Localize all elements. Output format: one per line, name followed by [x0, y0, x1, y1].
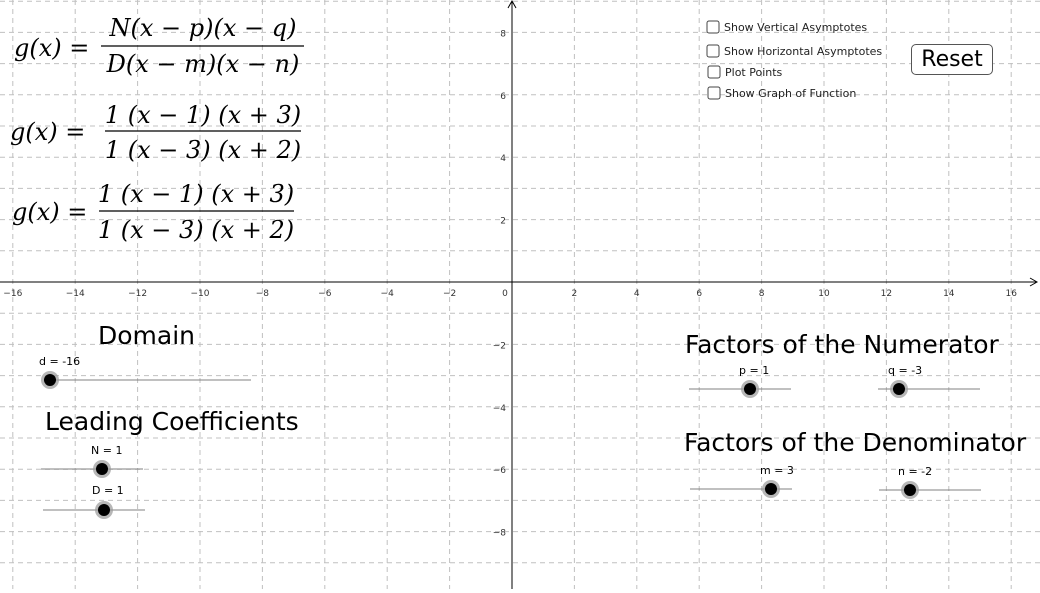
slider-N[interactable]: N = 1	[41, 444, 143, 478]
slider-q-handle[interactable]	[893, 383, 905, 395]
specific-formula-1-denominator: 1 (x − 3) (x + 2)	[105, 136, 301, 164]
x-tick-label: −2	[443, 289, 456, 299]
x-tick-label: −16	[3, 289, 22, 299]
checkbox-graph-of-function-label[interactable]: Show Graph of Function	[725, 87, 856, 100]
slider-d-caption: d = -16	[39, 355, 80, 368]
y-tick-label: −4	[493, 404, 507, 414]
checkbox-graph-of-function-box[interactable]	[707, 86, 721, 100]
specific-formula-2-denominator: 1 (x − 3) (x + 2)	[98, 216, 294, 244]
checkbox-plot-points-box[interactable]	[707, 65, 721, 79]
x-tick-label: −12	[128, 289, 147, 299]
x-tick-label: −8	[256, 289, 270, 299]
reset-button[interactable]: Reset	[911, 44, 993, 75]
x-tick-label: 8	[759, 289, 765, 299]
slider-N-caption: N = 1	[91, 444, 122, 457]
x-tick-label: 16	[1005, 289, 1017, 299]
slider-q-caption: q = -3	[888, 364, 922, 377]
checkbox-vertical-asymptotes-label[interactable]: Show Vertical Asymptotes	[724, 21, 867, 34]
y-tick-label: −2	[493, 341, 506, 351]
y-tick-label: 6	[500, 92, 506, 102]
checkbox-plot-points[interactable]: Plot Points	[707, 65, 783, 79]
checkbox-horizontal-asymptotes[interactable]: Show Horizontal Asymptotes	[706, 44, 882, 58]
x-tick-label: −10	[191, 289, 210, 299]
slider-q[interactable]: q = -3	[878, 364, 980, 398]
general-formula-lhs: g(x) =	[14, 34, 89, 62]
leading-coefficients-heading: Leading Coefficients	[45, 407, 299, 436]
slider-n-handle[interactable]	[904, 484, 916, 496]
y-tick-label: 4	[500, 154, 506, 164]
slider-N-handle[interactable]	[96, 463, 108, 475]
slider-d-handle[interactable]	[44, 374, 56, 386]
domain-heading: Domain	[98, 321, 195, 350]
checkbox-graph-of-function[interactable]: Show Graph of Function	[707, 86, 856, 100]
general-formula-numerator: N(x − p)(x − q)	[109, 14, 297, 42]
x-tick-label: 2	[572, 289, 578, 299]
specific-formula-1-lhs: g(x) =	[10, 118, 85, 146]
slider-d[interactable]: d = -16	[39, 355, 251, 389]
x-tick-label: 14	[943, 289, 955, 299]
specific-formula-2-numerator: 1 (x − 1) (x + 3)	[98, 180, 294, 208]
x-tick-label: 6	[696, 289, 702, 299]
y-tick-label: −6	[493, 466, 507, 476]
x-tick-labels: −16 −14 −12 −10 −8 −6 −4 −2 0 2 4 6 8 10 12 14 16	[3, 289, 1017, 299]
slider-m-caption: m = 3	[760, 464, 794, 477]
general-formula-denominator: D(x − m)(x − n)	[106, 50, 300, 78]
x-tick-label: 0	[502, 289, 508, 299]
x-tick-label: 12	[881, 289, 892, 299]
checkbox-vertical-asymptotes-box[interactable]	[706, 20, 720, 34]
checkbox-vertical-asymptotes[interactable]: Show Vertical Asymptotes	[706, 20, 867, 34]
x-tick-label: −6	[318, 289, 332, 299]
specific-formula-2-lhs: g(x) =	[12, 198, 87, 226]
checkbox-plot-points-label[interactable]: Plot Points	[725, 66, 783, 79]
slider-p[interactable]: p = 1	[689, 364, 791, 398]
y-tick-label: −8	[493, 529, 507, 539]
slider-D[interactable]: D = 1	[43, 484, 145, 519]
slider-p-handle[interactable]	[744, 383, 756, 395]
slider-m-handle[interactable]	[765, 483, 777, 495]
slider-n[interactable]: n = -2	[879, 465, 981, 499]
specific-formula-2: g(x) = 1 (x − 1) (x + 3) 1 (x − 3) (x + …	[12, 180, 294, 244]
denominator-factors-heading: Factors of the Denominator	[684, 428, 1027, 457]
y-tick-labels: 8 6 4 2 −2 −4 −6 −8	[493, 29, 507, 538]
slider-p-caption: p = 1	[739, 364, 769, 377]
specific-formula-1: g(x) = 1 (x − 1) (x + 3) 1 (x − 3) (x + …	[10, 101, 301, 164]
slider-D-caption: D = 1	[92, 484, 124, 497]
checkbox-horizontal-asymptotes-label[interactable]: Show Horizontal Asymptotes	[724, 45, 882, 58]
specific-formula-1-numerator: 1 (x − 1) (x + 3)	[105, 101, 301, 129]
y-tick-label: 8	[500, 29, 506, 39]
numerator-factors-heading: Factors of the Numerator	[685, 330, 999, 359]
graphics-view[interactable]: −16 −14 −12 −10 −8 −6 −4 −2 0 2 4 6 8 10 12 14 16 8 6 4 2 −2…	[0, 0, 1040, 589]
x-tick-label: 4	[634, 289, 640, 299]
slider-D-handle[interactable]	[98, 504, 110, 516]
slider-n-caption: n = -2	[898, 465, 932, 478]
checkbox-horizontal-asymptotes-box[interactable]	[706, 44, 720, 58]
x-tick-label: 10	[818, 289, 830, 299]
y-tick-label: 2	[500, 217, 506, 227]
x-tick-label: −14	[66, 289, 85, 299]
general-formula: g(x) = N(x − p)(x − q) D(x − m)(x − n)	[14, 14, 304, 78]
x-tick-label: −4	[381, 289, 395, 299]
